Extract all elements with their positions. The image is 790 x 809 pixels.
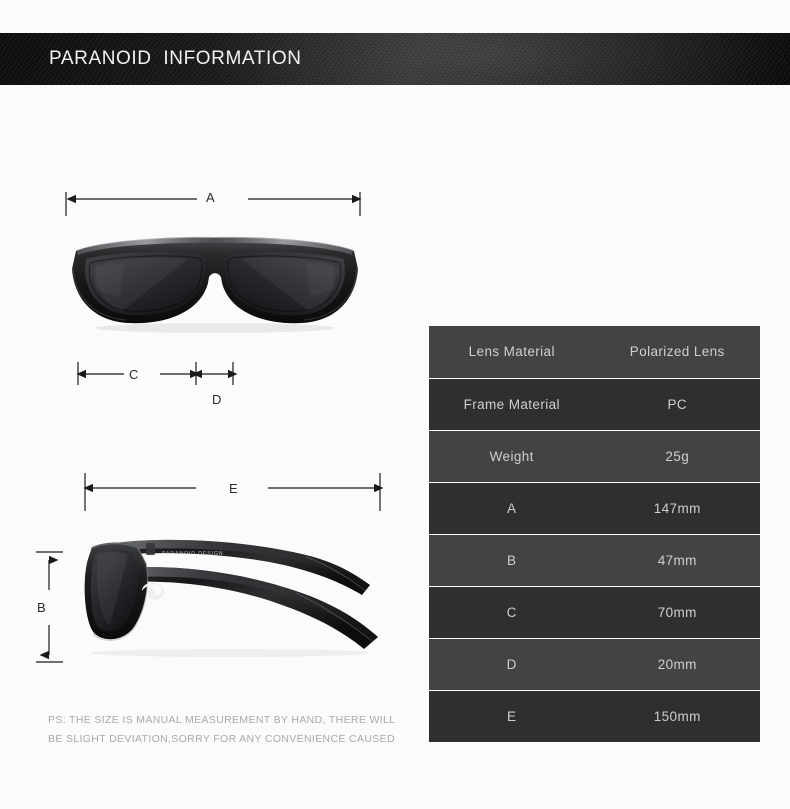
spec-value: 147mm — [594, 482, 760, 535]
spec-value: Polarized Lens — [594, 326, 760, 379]
dimension-d — [192, 362, 238, 385]
dimension-label-b: B — [37, 600, 47, 615]
spec-key: D — [429, 638, 595, 691]
specification-table: Lens Material Polarized Lens Frame Materia… — [429, 326, 760, 742]
spec-key: Frame Material — [429, 378, 595, 431]
table-row: Frame Material PC — [429, 378, 760, 431]
table-row: D 20mm — [429, 638, 760, 691]
table-row: Lens Material Polarized Lens — [429, 326, 760, 379]
sunglasses-side-view: PARANOID DESIGN — [70, 533, 400, 658]
spec-key: A — [429, 482, 595, 535]
table-row: Weight 25g — [429, 430, 760, 483]
table-row: C 70mm — [429, 586, 760, 639]
table-row: B 47mm — [429, 534, 760, 587]
table-row: E 150mm — [429, 690, 760, 742]
spec-value: 150mm — [594, 690, 760, 742]
table-row: A 147mm — [429, 482, 760, 535]
dimension-label-d: D — [212, 392, 222, 407]
disclaimer-line-1: PS: THE SIZE IS MANUAL MEASUREMENT BY HA… — [48, 714, 396, 726]
measurement-disclaimer: PS: THE SIZE IS MANUAL MEASUREMENT BY HA… — [48, 711, 418, 749]
spec-key: C — [429, 586, 595, 639]
dimension-label-a: A — [206, 190, 216, 205]
dimension-label-c: C — [129, 367, 139, 382]
sunglasses-front-view — [62, 225, 368, 335]
spec-key: E — [429, 690, 595, 742]
product-info-page: PARANOID INFORMATION PARANOID DESIGN A C… — [0, 0, 790, 809]
spec-value: 25g — [594, 430, 760, 483]
disclaimer-line-2: BE SLIGHT DEVIATION,SORRY FOR ANY CONVEN… — [48, 733, 395, 745]
dimension-label-e: E — [229, 481, 239, 496]
spec-key: Weight — [429, 430, 595, 483]
spec-value: 20mm — [594, 638, 760, 691]
header-banner: PARANOID INFORMATION — [0, 33, 790, 85]
spec-key: Lens Material — [429, 326, 595, 379]
spec-value: PC — [594, 378, 760, 431]
spec-value: 70mm — [594, 586, 760, 639]
temple-brand-text: PARANOID DESIGN — [162, 551, 224, 557]
svg-text:PARANOID DESIGN: PARANOID DESIGN — [162, 551, 224, 557]
spec-value: 47mm — [594, 534, 760, 587]
spec-table-body: Lens Material Polarized Lens Frame Materia… — [429, 326, 760, 742]
spec-key: B — [429, 534, 595, 587]
page-title: PARANOID INFORMATION — [49, 48, 302, 69]
